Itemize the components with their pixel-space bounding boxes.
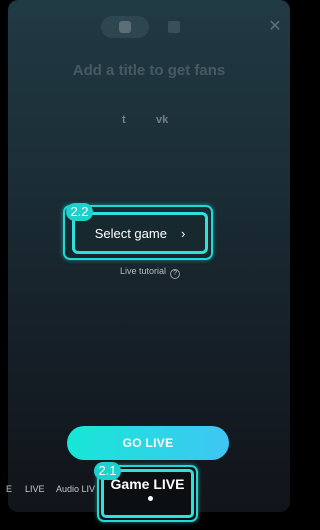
live-tutorial-label: Live tutorial xyxy=(119,266,167,276)
top-bar: ✕ xyxy=(8,16,290,38)
screen-icon[interactable] xyxy=(168,21,180,33)
twitter-icon[interactable]: t xyxy=(122,114,126,128)
go-live-button[interactable]: GO LIVE xyxy=(67,426,229,460)
active-indicator-dot xyxy=(148,496,153,501)
title-input[interactable] xyxy=(8,60,290,80)
close-icon[interactable]: ✕ xyxy=(267,18,283,34)
vk-icon[interactable]: vk xyxy=(156,114,168,128)
select-game-button[interactable]: Select game › xyxy=(72,212,208,254)
mode-tabs: E LIVE Audio LIV Game LIVE xyxy=(0,465,300,524)
microphone-icon xyxy=(119,21,131,33)
step-badge-2-2: 2.2 xyxy=(66,203,93,221)
help-icon: ? xyxy=(170,269,181,279)
step-badge-2-1: 2.1 xyxy=(94,462,121,480)
mode-tab-live[interactable]: LIVE xyxy=(25,484,45,494)
chevron-right-icon: › xyxy=(180,225,186,241)
select-game-label: Select game xyxy=(94,225,167,241)
live-tutorial-link[interactable]: Live tutorial? xyxy=(0,266,300,279)
mode-tab-audio-live[interactable]: Audio LIV xyxy=(56,484,95,494)
mode-toggle[interactable] xyxy=(101,16,149,38)
mode-tab-partial[interactable]: E xyxy=(6,484,12,494)
